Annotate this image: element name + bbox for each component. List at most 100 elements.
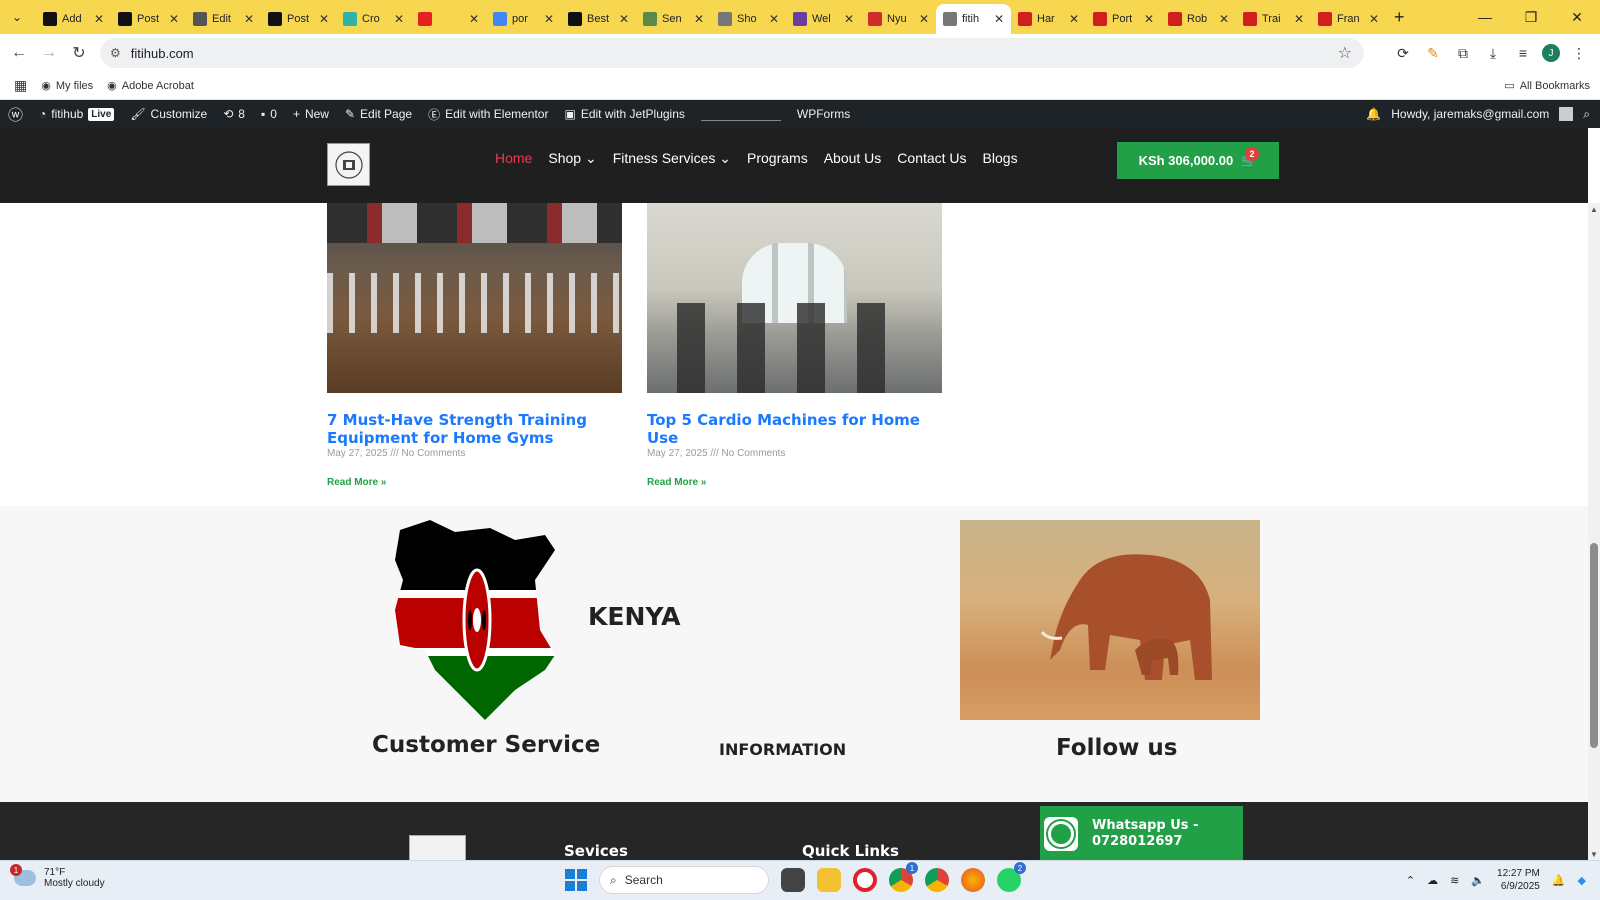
browser-tab[interactable]: por ✕ — [486, 4, 561, 34]
tab-close-icon[interactable]: ✕ — [619, 12, 629, 26]
tab-close-icon[interactable]: ✕ — [469, 12, 479, 26]
extension-sync-icon[interactable]: ⟳ — [1392, 45, 1414, 62]
browser-tab[interactable]: Best ✕ — [561, 4, 636, 34]
extension-pen-icon[interactable]: ✎ — [1422, 45, 1444, 62]
scroll-up-icon[interactable]: ▲ — [1588, 203, 1600, 215]
read-more-link[interactable]: Read More » — [327, 477, 622, 488]
post-title[interactable]: 7 Must-Have Strength Training Equipment … — [327, 411, 622, 447]
browser-tab[interactable]: Add ✕ — [36, 4, 111, 34]
post-thumbnail-cardio[interactable] — [647, 203, 942, 393]
howdy-user[interactable]: Howdy, jaremaks@gmail.com — [1391, 107, 1549, 121]
tab-close-icon[interactable]: ✕ — [319, 12, 329, 26]
wp-edit-elementor[interactable]: Ⓔ Edit with Elementor — [428, 106, 548, 123]
media-control-icon[interactable]: ≡ — [1512, 45, 1534, 61]
back-icon[interactable]: ← — [4, 38, 34, 68]
tab-close-icon[interactable]: ✕ — [919, 12, 929, 26]
wp-edit-page[interactable]: ✎ Edit Page — [345, 107, 412, 121]
browser-tab[interactable]: Fran ✕ — [1311, 4, 1386, 34]
notification-bell-icon[interactable]: 🔔 — [1552, 874, 1566, 887]
forward-icon[interactable]: → — [34, 38, 64, 68]
nav-item-blogs[interactable]: Blogs — [983, 150, 1018, 167]
footer-logo[interactable] — [409, 835, 466, 860]
tab-close-icon[interactable]: ✕ — [1294, 12, 1304, 26]
browser-tab[interactable]: Edit ✕ — [186, 4, 261, 34]
browser-tab[interactable]: Rob ✕ — [1161, 4, 1236, 34]
bookmark-star-icon[interactable]: ☆ — [1338, 43, 1352, 63]
nav-item-programs[interactable]: Programs — [747, 150, 808, 167]
file-explorer-icon[interactable] — [817, 868, 841, 892]
site-info-icon[interactable]: ⚙ — [110, 46, 121, 60]
browser-tab[interactable]: Har ✕ — [1011, 4, 1086, 34]
browser-tab[interactable]: Sen ✕ — [636, 4, 711, 34]
wp-customize[interactable]: 🖌 Customize — [130, 107, 207, 121]
tab-close-icon[interactable]: ✕ — [1219, 12, 1229, 26]
browser-tab[interactable]: Post ✕ — [111, 4, 186, 34]
scroll-down-icon[interactable]: ▼ — [1588, 848, 1600, 860]
wp-wpforms[interactable]: WPForms — [797, 107, 850, 121]
cart-button[interactable]: KSh 306,000.00 🛒 2 — [1117, 142, 1279, 179]
notification-bell-icon[interactable]: 🔔 — [1366, 107, 1381, 121]
address-bar[interactable]: ⚙ fitihub.com ☆ — [100, 38, 1364, 68]
bookmark-my-files[interactable]: ◉ My files — [41, 79, 93, 93]
nav-item-shop[interactable]: Shop ⌄ — [548, 150, 596, 167]
wp-edit-jetplugins[interactable]: ▣ Edit with JetPlugins — [564, 107, 684, 121]
read-more-link[interactable]: Read More » — [647, 477, 942, 488]
browser-tab[interactable]: fitih ✕ — [936, 4, 1011, 34]
chrome-menu-icon[interactable]: ⋮ — [1568, 45, 1590, 62]
nav-item-contact-us[interactable]: Contact Us — [897, 150, 966, 167]
tab-close-icon[interactable]: ✕ — [94, 12, 104, 26]
restore-icon[interactable]: ❐ — [1508, 0, 1554, 34]
wordpress-logo-icon[interactable]: ⓦ — [8, 104, 23, 125]
tab-close-icon[interactable]: ✕ — [244, 12, 254, 26]
user-avatar[interactable] — [1559, 107, 1574, 121]
profile-avatar[interactable]: J — [1542, 44, 1560, 62]
page-scrollbar[interactable]: ▲ ▼ — [1588, 203, 1600, 860]
apps-grid-icon[interactable]: ▦ — [14, 77, 27, 94]
tab-close-icon[interactable]: ✕ — [844, 12, 854, 26]
reload-icon[interactable]: ↻ — [64, 38, 94, 68]
task-view-icon[interactable] — [781, 868, 805, 892]
extensions-puzzle-icon[interactable]: ⧉ — [1452, 45, 1474, 62]
nav-item-about-us[interactable]: About Us — [824, 150, 882, 167]
post-comments[interactable]: No Comments — [402, 448, 466, 459]
browser-tab[interactable]: Cro ✕ — [336, 4, 411, 34]
tab-search-icon[interactable]: ⌄ — [4, 4, 30, 30]
whatsapp-app-icon[interactable]: 2 — [997, 862, 1026, 892]
tab-close-icon[interactable]: ✕ — [169, 12, 179, 26]
search-icon[interactable]: ⌕ — [1583, 107, 1590, 122]
browser-tab[interactable]: Post ✕ — [261, 4, 336, 34]
post-comments[interactable]: No Comments — [722, 448, 786, 459]
nav-item-fitness-services[interactable]: Fitness Services ⌄ — [613, 150, 731, 167]
onedrive-icon[interactable]: ☁ — [1427, 874, 1438, 887]
browser-tab[interactable]: ✕ — [411, 4, 486, 34]
site-logo[interactable] — [327, 143, 370, 186]
post-title[interactable]: Top 5 Cardio Machines for Home Use — [647, 411, 942, 447]
all-bookmarks-button[interactable]: ▭ All Bookmarks — [1504, 79, 1590, 93]
tab-close-icon[interactable]: ✕ — [994, 12, 1004, 26]
tab-close-icon[interactable]: ✕ — [1144, 12, 1154, 26]
start-windows-icon[interactable] — [565, 869, 587, 891]
stats-sparkline[interactable] — [700, 107, 781, 121]
firefox-icon[interactable] — [961, 868, 985, 892]
opera-icon[interactable] — [853, 868, 877, 892]
tab-close-icon[interactable]: ✕ — [769, 12, 779, 26]
post-thumbnail-gym[interactable] — [327, 203, 622, 393]
tab-close-icon[interactable]: ✕ — [394, 12, 404, 26]
chrome-profile-icon[interactable] — [925, 868, 949, 892]
copilot-icon[interactable]: ◆ — [1578, 874, 1586, 887]
clock[interactable]: 12:27 PM 6/9/2025 — [1497, 867, 1540, 893]
browser-tab[interactable]: Trai ✕ — [1236, 4, 1311, 34]
whatsapp-button[interactable]: Whatsapp Us - 0728012697 — [1040, 806, 1243, 860]
volume-icon[interactable]: 🔈 — [1471, 874, 1485, 887]
wp-site-name[interactable]: ◔ fitihub Live — [39, 107, 115, 121]
tab-close-icon[interactable]: ✕ — [1069, 12, 1079, 26]
nav-item-home[interactable]: Home — [495, 150, 532, 167]
browser-tab[interactable]: Sho ✕ — [711, 4, 786, 34]
minimize-icon[interactable]: — — [1462, 0, 1508, 34]
browser-tab[interactable]: Nyu ✕ — [861, 4, 936, 34]
close-window-icon[interactable]: ✕ — [1554, 0, 1600, 34]
tab-close-icon[interactable]: ✕ — [1369, 12, 1379, 26]
wifi-icon[interactable]: ≋ — [1450, 874, 1459, 887]
bookmark-adobe-acrobat[interactable]: ◉ Adobe Acrobat — [107, 79, 194, 93]
wp-new[interactable]: + New — [293, 107, 329, 121]
